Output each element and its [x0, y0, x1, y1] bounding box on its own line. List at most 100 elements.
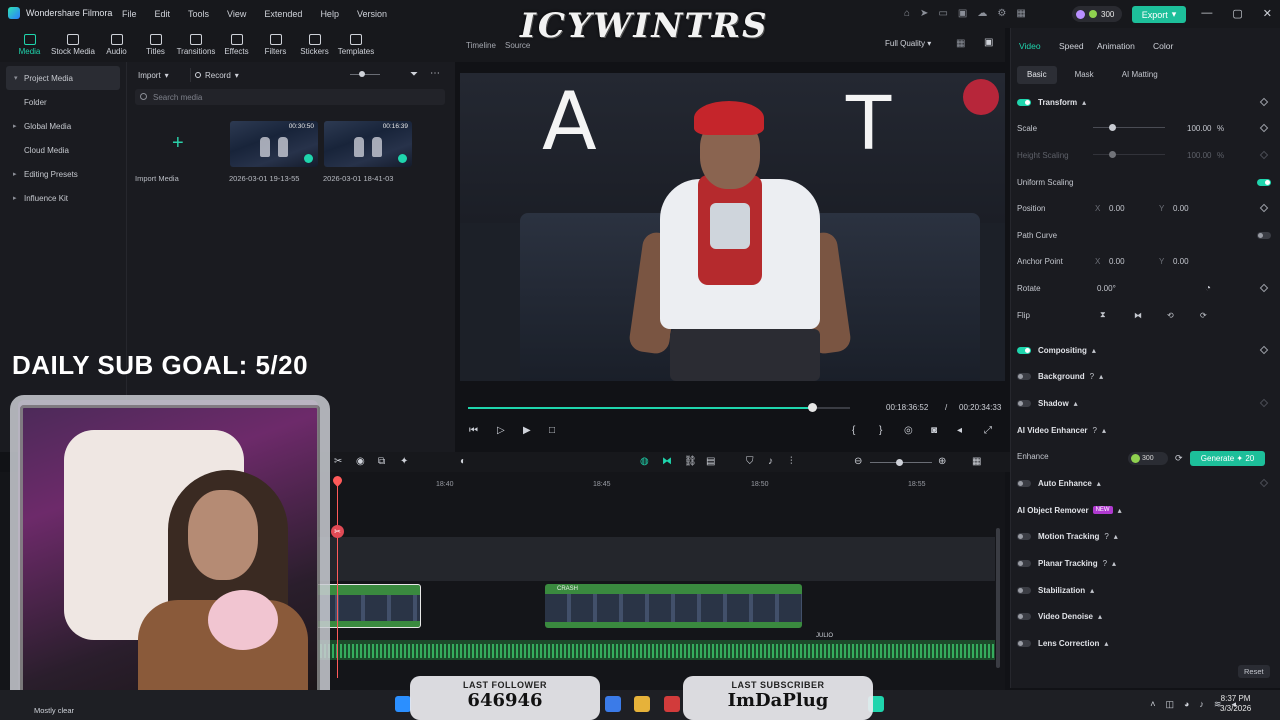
more-icon[interactable]: ⋯: [430, 68, 440, 79]
slider-knob[interactable]: [1109, 124, 1116, 131]
flip-horizontal-icon[interactable]: ⧗: [1100, 310, 1106, 320]
sidebar-item-cloud-media[interactable]: Cloud Media: [0, 138, 126, 162]
lens-correction-toggle[interactable]: [1017, 639, 1031, 647]
fullscreen-icon[interactable]: ⤢: [984, 425, 992, 436]
auto-enhance-section[interactable]: Auto Enhance ▴: [1017, 475, 1273, 491]
stabilization-toggle[interactable]: [1017, 586, 1031, 594]
background-toggle[interactable]: [1017, 372, 1031, 380]
menu-edit[interactable]: Edit: [155, 9, 171, 19]
compositing-toggle[interactable]: [1017, 346, 1031, 354]
snapshot-icon[interactable]: ◙: [931, 425, 937, 436]
sidebar-item-folder[interactable]: Folder: [0, 90, 126, 114]
keyframe-icon[interactable]: [1259, 345, 1269, 355]
timeline-scrollbar[interactable]: [996, 528, 1000, 668]
chat-icon[interactable]: ◫: [1165, 699, 1174, 710]
file-explorer-icon[interactable]: [634, 696, 650, 712]
sidebar-item-influence-kit[interactable]: ▸ Influence Kit: [0, 186, 126, 210]
help-icon[interactable]: ?: [1103, 559, 1107, 568]
snapshot-view-icon[interactable]: ▣: [984, 37, 993, 48]
lens-correction-section[interactable]: Lens Correction ▴: [1017, 635, 1273, 651]
taskbar-clock[interactable]: 8:37 PM 3/3/2026: [1220, 694, 1251, 714]
audio-track[interactable]: [312, 640, 995, 660]
ai-video-enhancer-section[interactable]: AI Video Enhancer? ▴: [1017, 422, 1273, 438]
mark-out-icon[interactable]: }: [879, 425, 882, 436]
credits-pill[interactable]: 300: [1072, 6, 1122, 22]
render-icon[interactable]: ◎: [904, 425, 913, 436]
cloud-icon[interactable]: ☁: [977, 8, 987, 19]
planar-tracking-section[interactable]: Planar Tracking? ▴: [1017, 555, 1273, 571]
edge-icon[interactable]: ◕: [1184, 699, 1189, 710]
help-icon[interactable]: ?: [1093, 426, 1097, 435]
position-x-value[interactable]: 0.00: [1109, 204, 1125, 213]
layout-icon[interactable]: ▦: [972, 456, 981, 467]
sidebar-item-global-media[interactable]: ▸ Global Media: [0, 114, 126, 138]
opera-icon[interactable]: [664, 696, 680, 712]
rotate-dial-icon[interactable]: ◔: [1205, 283, 1211, 294]
tab-transitions[interactable]: Transitions: [175, 28, 217, 62]
search-input[interactable]: Search media: [135, 89, 445, 105]
sidebar-item-editing-presets[interactable]: ▸ Editing Presets: [0, 162, 126, 186]
gift-icon[interactable]: ⌂: [904, 8, 910, 19]
import-button[interactable]: Import ▾: [138, 68, 182, 82]
play-full-icon[interactable]: ▶: [523, 425, 531, 436]
previous-frame-icon[interactable]: ⏮: [469, 425, 478, 436]
keyframe-icon[interactable]: [1259, 97, 1269, 107]
tab-stock-media[interactable]: Stock Media: [49, 28, 97, 62]
import-plus-icon[interactable]: +: [172, 132, 184, 155]
tab-color[interactable]: Color: [1153, 41, 1173, 51]
zoom-in-icon[interactable]: ⊕: [938, 456, 946, 467]
mark-in-icon[interactable]: {: [852, 425, 855, 436]
scale-slider[interactable]: [1093, 124, 1165, 131]
video-track-empty[interactable]: [310, 537, 995, 581]
snap-icon[interactable]: ⧓: [662, 456, 672, 467]
send-icon[interactable]: ➤: [920, 8, 928, 19]
path-curve-toggle[interactable]: [1257, 231, 1271, 239]
video-preview[interactable]: A T: [460, 73, 1005, 381]
stop-icon[interactable]: □: [549, 425, 555, 436]
zoom-slider[interactable]: [870, 459, 932, 466]
media-thumbnail[interactable]: 00:30:50: [230, 121, 318, 167]
tab-templates[interactable]: Templates: [334, 28, 378, 62]
grid-view-icon[interactable]: ▦: [956, 38, 965, 49]
tab-timeline[interactable]: Timeline: [466, 41, 496, 50]
smart-cut-icon[interactable]: ◍: [640, 456, 649, 467]
flip-vertical-icon[interactable]: ⧓: [1134, 311, 1142, 320]
tab-animation[interactable]: Animation: [1097, 41, 1135, 51]
slider-knob[interactable]: [1109, 151, 1116, 158]
motion-tracking-toggle[interactable]: [1017, 532, 1031, 540]
subtab-mask[interactable]: Mask: [1065, 66, 1104, 84]
split-marker-icon[interactable]: ✂: [331, 525, 344, 538]
windows-start-icon[interactable]: [395, 696, 411, 712]
settings-icon[interactable]: ⚙: [997, 8, 1006, 19]
motion-tracking-section[interactable]: Motion Tracking? ▴: [1017, 528, 1273, 544]
quality-select[interactable]: Full Quality ▾: [885, 39, 931, 48]
transform-section[interactable]: Transform ▴: [1017, 94, 1273, 110]
refresh-icon[interactable]: ⟳: [1175, 453, 1183, 464]
help-icon[interactable]: ?: [1104, 532, 1108, 541]
speed-icon[interactable]: ◉: [356, 456, 365, 467]
tab-filters[interactable]: Filters: [256, 28, 295, 62]
tab-audio[interactable]: Audio: [97, 28, 136, 62]
audio-mixer-icon[interactable]: ⫶: [790, 456, 793, 467]
uniform-scaling-toggle[interactable]: [1257, 178, 1271, 186]
menu-version[interactable]: Version: [357, 9, 387, 19]
position-y-value[interactable]: 0.00: [1173, 204, 1189, 213]
scale-value[interactable]: 100.00: [1187, 124, 1211, 133]
stabilization-section[interactable]: Stabilization ▴: [1017, 582, 1273, 598]
thumbnail-size-slider[interactable]: [350, 71, 380, 77]
height-scaling-slider[interactable]: [1093, 151, 1165, 158]
generate-button[interactable]: Generate ✦ 20: [1190, 451, 1265, 466]
menu-view[interactable]: View: [227, 9, 246, 19]
auto-enhance-toggle[interactable]: [1017, 479, 1031, 487]
rotate-right-icon[interactable]: ⟳: [1200, 311, 1207, 320]
menu-tools[interactable]: Tools: [188, 9, 209, 19]
media-thumbnail[interactable]: 00:16:39: [324, 121, 412, 167]
ai-tool-icon[interactable]: ✦: [400, 456, 408, 467]
color-match-icon[interactable]: ◐: [460, 456, 466, 467]
keyframe-icon[interactable]: [1259, 203, 1269, 213]
sidebar-item-project-media[interactable]: ▾ Project Media: [6, 66, 120, 90]
import-media-label[interactable]: Import Media: [135, 174, 179, 183]
tab-titles[interactable]: Titles: [136, 28, 175, 62]
zoom-slider-knob[interactable]: [896, 459, 903, 466]
subtab-basic[interactable]: Basic: [1017, 66, 1057, 84]
